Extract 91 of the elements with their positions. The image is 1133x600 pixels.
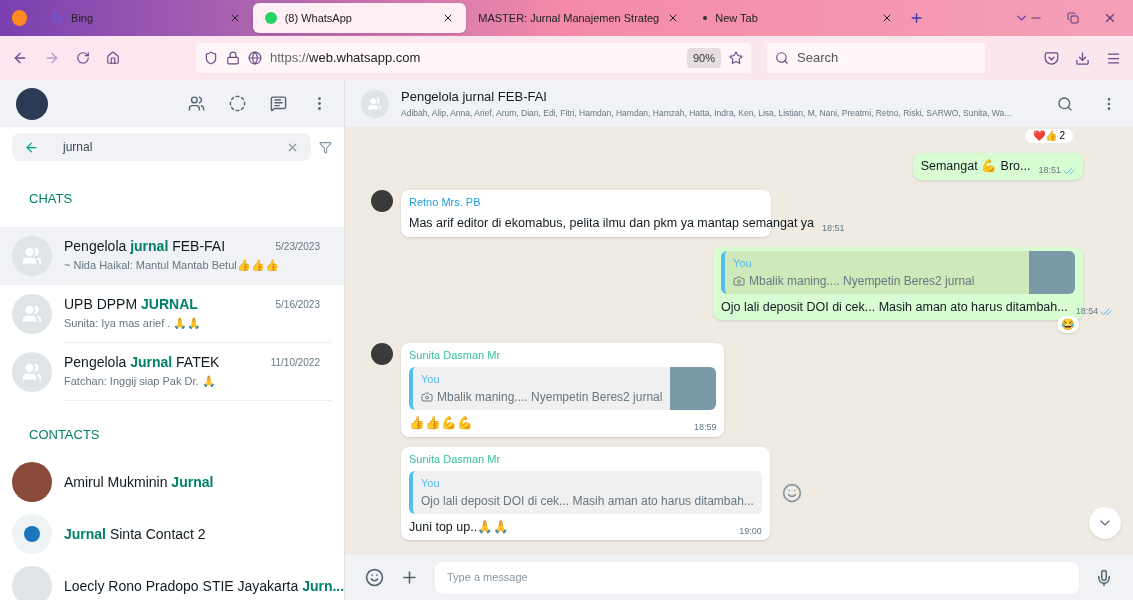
- browser-tab[interactable]: New Tab: [691, 3, 905, 33]
- menu-icon[interactable]: [1106, 50, 1121, 66]
- contact-name: Amirul Mukminin Jurnal: [64, 472, 214, 492]
- pocket-icon[interactable]: [1044, 50, 1059, 66]
- browser-tab[interactable]: (8) WhatsApp: [252, 3, 467, 33]
- chat-search-field[interactable]: jurnal: [12, 133, 311, 161]
- back-arrow-icon[interactable]: [24, 139, 39, 155]
- message-time: 19:00: [739, 524, 762, 538]
- chat-list-item[interactable]: UPB DPPM JURNAL 5/16/2023 Sunita: Iya mas arief . 🙏🙏: [0, 284, 344, 343]
- sender-name: Sunita Dasman Mr: [409, 451, 502, 467]
- download-icon[interactable]: [1075, 50, 1090, 66]
- member-list: Adibah, Alip, Anna, Arief, Arum, Dian, Edi, Fitri, Hamdan, Hamdan, Hamzah, Hatta, Indra, Ken, Lisa, Listian, M, Nani, Preatmi, Retno, Riski, SARWO, Sunita, Wa...: [401, 106, 1033, 120]
- quote-author: You: [421, 372, 441, 388]
- sender-avatar: [371, 189, 393, 212]
- chat-list-item[interactable]: Pengelola Jurnal FATEK 11/10/2022 Fatchan: Inggij siap Pak Dr. 🙏: [0, 342, 344, 401]
- status-icon[interactable]: [229, 95, 246, 112]
- chat-preview: Fatchan: Inggij siap Pak Dr. 🙏: [64, 374, 217, 390]
- message-text: Ojo lali deposit DOI di cek... Masih aman ato harus ditambah...: [721, 298, 1068, 316]
- group-avatar: [12, 351, 52, 392]
- community-icon[interactable]: [188, 95, 205, 112]
- quote-text: Mbalik maning.... Nyempetin Beres2 jurnal: [437, 388, 663, 406]
- group-avatar: [361, 89, 389, 118]
- permissions-icon: [248, 51, 262, 65]
- search-value: jurnal: [63, 139, 94, 156]
- chat-name: Pengelola Jurnal FATEK: [64, 353, 220, 373]
- chat-date: 11/10/2022: [270, 356, 321, 371]
- search-icon: [775, 51, 789, 65]
- contact-name: Jurnal Sinta Contact 2: [64, 524, 206, 544]
- zoom-level[interactable]: 90%: [686, 47, 721, 69]
- section-heading: CHATS: [28, 190, 74, 208]
- chat-list-item[interactable]: Pengelola jurnal FEB-FAI 5/23/2023 ~ Nida Haikal: Mantul Mantab Betul👍👍👍: [0, 226, 344, 285]
- contact-name: Loecly Rono Pradopo STIE Jayakarta Jurn...: [64, 576, 344, 596]
- bookmark-star-icon[interactable]: [729, 51, 743, 65]
- message-time: 18:54: [1075, 304, 1099, 318]
- sender-name: Retno Mrs. PB: [409, 194, 482, 210]
- camera-icon: [733, 274, 745, 287]
- lock-icon: [226, 51, 240, 65]
- chat-title: Pengelola jurnal FEB-FAI: [401, 88, 548, 107]
- quote-text: Mbalik maning.... Nyempetin Beres2 jurnal: [749, 272, 975, 290]
- address-field[interactable]: https://web.whatsapp.com 90%: [196, 43, 751, 73]
- shield-icon: [204, 51, 218, 65]
- url-text: https://web.whatsapp.com: [270, 49, 421, 68]
- message-text: 👍👍💪💪: [409, 414, 473, 432]
- contact-list-item[interactable]: Amirul Mukminin Jurnal: [0, 456, 344, 508]
- message-time: 18:51: [822, 221, 845, 235]
- chat-name: Pengelola jurnal FEB-FAI: [64, 237, 226, 257]
- chat-preview: ~ Nida Haikal: Mantul Mantab Betul👍👍👍: [64, 258, 280, 274]
- back-icon[interactable]: [12, 50, 28, 66]
- tab-title: MASTER: Jurnal Manajemen Strateg: [478, 10, 660, 26]
- emoji-icon[interactable]: [365, 568, 384, 587]
- tab-title: New Tab: [715, 10, 759, 26]
- tab-title: (8) WhatsApp: [284, 10, 353, 26]
- close-window-icon[interactable]: [1103, 11, 1117, 25]
- restore-icon[interactable]: [1067, 12, 1079, 24]
- reload-icon[interactable]: [76, 51, 90, 65]
- section-heading: CONTACTS: [28, 425, 101, 444]
- sender-avatar: [371, 342, 393, 365]
- message-text: Mas arif editor di ekomabus, pelita ilmu dan pkm ya mantap semangat ya: [409, 215, 815, 233]
- new-chat-icon[interactable]: [270, 95, 287, 112]
- message-text: Semangat 💪 Bro...: [920, 158, 1031, 175]
- attach-icon[interactable]: [400, 568, 419, 587]
- quote-text: Ojo lali deposit DOI di cek... Masih aman ato harus ditambah...: [421, 492, 754, 510]
- group-avatar: [12, 235, 52, 276]
- quote-author: You: [733, 256, 753, 271]
- browser-search-field[interactable]: Search: [767, 43, 985, 73]
- contact-list-item[interactable]: Jurnal Sinta Contact 2: [0, 508, 344, 560]
- search-placeholder: Search: [797, 49, 839, 68]
- message-time: 18:59: [693, 421, 717, 434]
- reaction-chip: ❤👍 2: [1024, 129, 1073, 143]
- message-time: 18:51: [1038, 164, 1061, 178]
- message-text: Juni top up..🙏🙏: [409, 518, 510, 536]
- reaction-chip: 😂: [1057, 316, 1079, 333]
- chat-date: 5/23/2023: [275, 240, 321, 255]
- chat-date: 5/16/2023: [275, 298, 321, 313]
- profile-avatar[interactable]: [16, 87, 48, 120]
- microphone-icon[interactable]: [1095, 568, 1113, 587]
- browser-tab[interactable]: MASTER: Jurnal Manajemen Strateg: [466, 3, 692, 33]
- chat-preview: Sunita: Iya mas arief . 🙏🙏: [64, 316, 203, 332]
- camera-icon: [421, 390, 433, 403]
- group-avatar: [12, 293, 52, 334]
- home-icon[interactable]: [106, 51, 120, 65]
- tab-title: Bing: [71, 10, 95, 26]
- quote-author: You: [421, 476, 441, 491]
- chat-name: UPB DPPM JURNAL: [64, 295, 198, 315]
- emoji-react-icon[interactable]: [781, 483, 802, 504]
- filter-icon[interactable]: [319, 140, 332, 154]
- message-placeholder: Type a message: [447, 570, 528, 586]
- contact-list-item[interactable]: Loecly Rono Pradopo STIE Jayakarta Jurn...: [0, 560, 344, 600]
- search-icon[interactable]: [1057, 95, 1073, 112]
- sender-name: Sunita Dasman Mr: [409, 347, 502, 363]
- search-icon: [51, 12, 64, 24]
